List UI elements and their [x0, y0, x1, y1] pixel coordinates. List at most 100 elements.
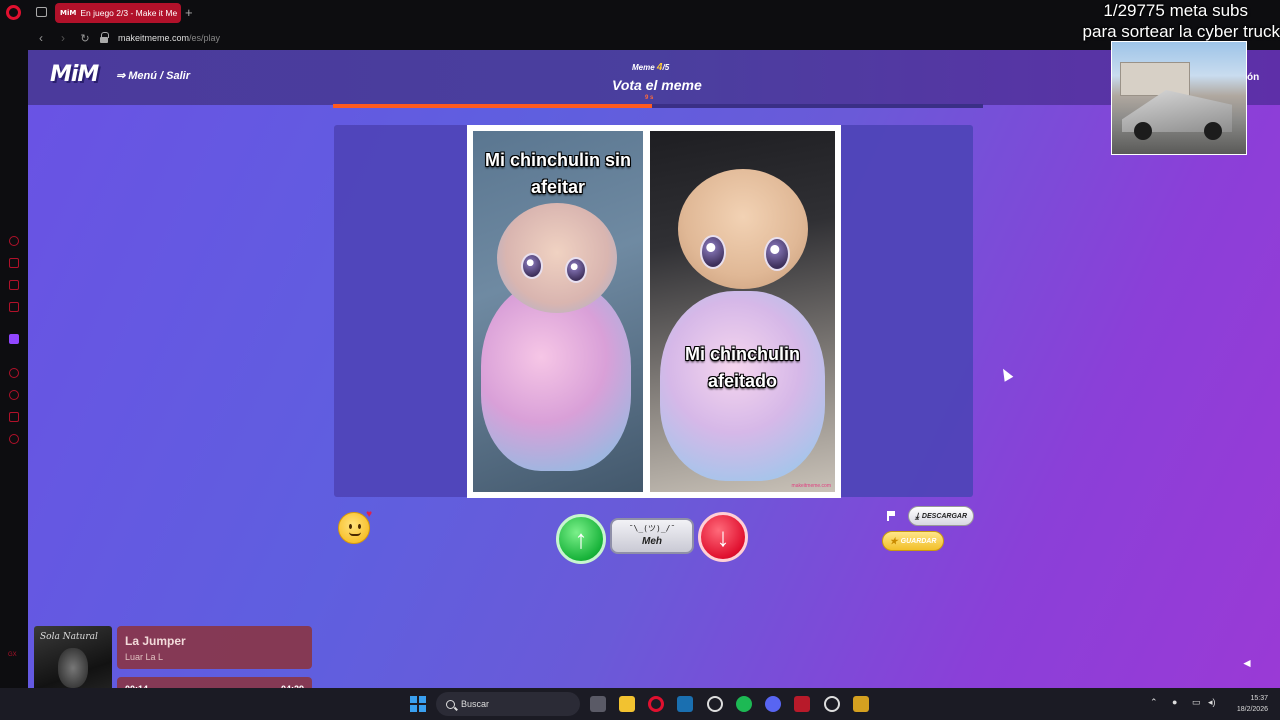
forward-arrow-icon[interactable]: › — [54, 31, 72, 45]
truck-wheel — [1134, 122, 1152, 140]
tab-title: En juego 2/3 - Make it Me — [80, 8, 178, 18]
star-icon: ★ — [889, 535, 898, 546]
tab-islands-icon[interactable] — [36, 7, 47, 17]
taskbar-clock[interactable]: 15:37 18/2/2026 — [1226, 693, 1268, 715]
meme-caption-right: Mi chinchulin afeitado — [685, 344, 800, 391]
sidebar-bag-icon[interactable] — [9, 258, 19, 268]
obs-icon[interactable] — [824, 696, 840, 712]
steam-icon[interactable] — [677, 696, 693, 712]
plush-eye-left — [700, 235, 726, 269]
game-page: MiM ⇒ Menú / Salir Meme 4/5 Vota el meme… — [28, 50, 1280, 688]
now-playing-info: La Jumper Luar La L — [117, 626, 312, 669]
meme-watermark: makeitmeme.com — [791, 483, 831, 489]
save-label: GUARDAR — [900, 537, 937, 545]
report-flag-icon[interactable] — [887, 511, 895, 521]
meme-left-panel: Mi chinchulin sin afeitar — [473, 131, 643, 492]
windows-taskbar: Buscar ⌃ ● ▭ ◂) 15:37 18/2/2026 — [0, 688, 1280, 720]
app-yellow-icon[interactable] — [853, 696, 869, 712]
mouse-cursor-icon — [998, 366, 1014, 382]
upvote-button[interactable]: ↑ — [556, 514, 606, 564]
sidebar-messenger-icon[interactable] — [9, 302, 19, 312]
file-explorer-icon[interactable] — [619, 696, 635, 712]
opera-logo-icon[interactable] — [6, 5, 21, 20]
reaction-emoji-button[interactable]: ♥ — [338, 509, 372, 544]
sidebar-twitch-icon[interactable] — [9, 334, 19, 344]
stream-goal-line1: 1/29775 meta subs — [1103, 1, 1248, 20]
building — [1120, 62, 1190, 96]
timer-progress-fill — [333, 104, 652, 108]
new-tab-plus-icon[interactable]: + — [185, 5, 193, 20]
clock-time: 15:37 — [1250, 695, 1268, 702]
clock-date: 18/2/2026 — [1236, 706, 1268, 713]
header-right-fragment[interactable]: ón — [1247, 72, 1259, 83]
download-icon: ⤓ — [914, 510, 919, 521]
browser-tab-active[interactable]: MiM En juego 2/3 - Make it Me — [55, 3, 181, 23]
timer-progress-bar — [333, 104, 983, 108]
url-field[interactable]: makeitmeme.com/es/play — [118, 33, 220, 43]
taskbar-search[interactable]: Buscar — [436, 692, 580, 716]
cybertruck-photo — [1111, 41, 1247, 155]
sidebar-gx-label: GX — [8, 652, 17, 658]
truck-wheel — [1204, 122, 1222, 140]
emoji-eye-left — [349, 524, 352, 529]
windows-start-icon[interactable] — [410, 696, 426, 712]
task-view-icon[interactable] — [590, 696, 606, 712]
emoji-mouth — [349, 532, 361, 536]
round-prefix: Meme — [632, 63, 655, 72]
mim-logo[interactable]: MiM — [50, 62, 99, 87]
volume-icon[interactable]: ◂) — [1208, 697, 1216, 708]
url-host: makeitmeme.com — [118, 33, 190, 43]
meh-button[interactable]: ¯\_(ツ)_/¯ Meh — [610, 518, 694, 554]
sidebar-history-icon[interactable] — [9, 368, 19, 378]
meme-image: Mi chinchulin sin afeitar Mi chinchulin … — [467, 125, 841, 498]
shrug-face: ¯\_(ツ)_/¯ — [628, 524, 676, 533]
sidebar-share-icon[interactable] — [9, 412, 19, 422]
url-path: /es/play — [189, 33, 221, 43]
album-cover-figure — [58, 648, 88, 688]
settings-gear-icon[interactable] — [707, 696, 723, 712]
discord-icon[interactable] — [765, 696, 781, 712]
album-cover-text: Sola Natural — [40, 632, 98, 642]
stream-goal-line2: para sortear la cyber truck — [1082, 22, 1280, 41]
save-button[interactable]: ★ GUARDAR — [882, 531, 944, 551]
meme-right-panel: Mi chinchulin afeitado makeitmeme.com — [650, 131, 835, 492]
tab-favicon: MiM — [60, 9, 77, 17]
game-header: MiM ⇒ Menú / Salir Meme 4/5 Vota el meme… — [28, 50, 1280, 108]
sidebar-clock-icon[interactable] — [9, 390, 19, 400]
plush-head — [678, 169, 808, 289]
opera-sidebar: GX — [0, 26, 28, 688]
plush-eye-right — [565, 257, 587, 283]
sound-mute-icon[interactable]: ◄ — [1241, 656, 1253, 670]
song-title: La Jumper — [125, 634, 186, 648]
arrow-up-icon: ↑ — [574, 523, 588, 554]
lock-icon[interactable] — [100, 31, 109, 43]
spotify-icon[interactable] — [736, 696, 752, 712]
tray-chevron-icon[interactable]: ⌃ — [1150, 697, 1158, 708]
sidebar-news-icon[interactable] — [9, 280, 19, 290]
app-red-icon[interactable] — [794, 696, 810, 712]
download-button[interactable]: ⤓ DESCARGAR — [908, 506, 974, 526]
emoji-eye-right — [358, 524, 361, 529]
microphone-icon[interactable]: ● — [1172, 697, 1177, 707]
search-icon — [446, 699, 455, 709]
downvote-button[interactable]: ↓ — [698, 512, 748, 562]
back-arrow-icon[interactable]: ‹ — [32, 31, 50, 45]
song-artist: Luar La L — [125, 652, 164, 662]
meme-caption-left: Mi chinchulin sin afeitar — [484, 150, 631, 197]
display-icon[interactable]: ▭ — [1192, 697, 1201, 708]
page-title: Vota el meme — [612, 77, 702, 93]
sidebar-aria-icon[interactable] — [9, 236, 19, 246]
menu-exit-link[interactable]: ⇒ Menú / Salir — [116, 69, 190, 82]
heart-icon: ♥ — [366, 509, 372, 520]
meh-label: Meh — [642, 536, 662, 547]
sidebar-settings-icon[interactable] — [9, 434, 19, 444]
plush-eye-left — [521, 253, 543, 279]
timer-text: 9 s — [645, 95, 654, 101]
round-counter: Meme 4/5 — [632, 62, 669, 73]
round-total: /5 — [662, 63, 670, 72]
download-label: DESCARGAR — [921, 512, 968, 520]
reload-icon[interactable]: ↻ — [76, 32, 94, 45]
arrow-down-icon: ↓ — [716, 521, 730, 552]
opera-gx-icon[interactable] — [648, 696, 664, 712]
search-placeholder: Buscar — [461, 699, 490, 709]
